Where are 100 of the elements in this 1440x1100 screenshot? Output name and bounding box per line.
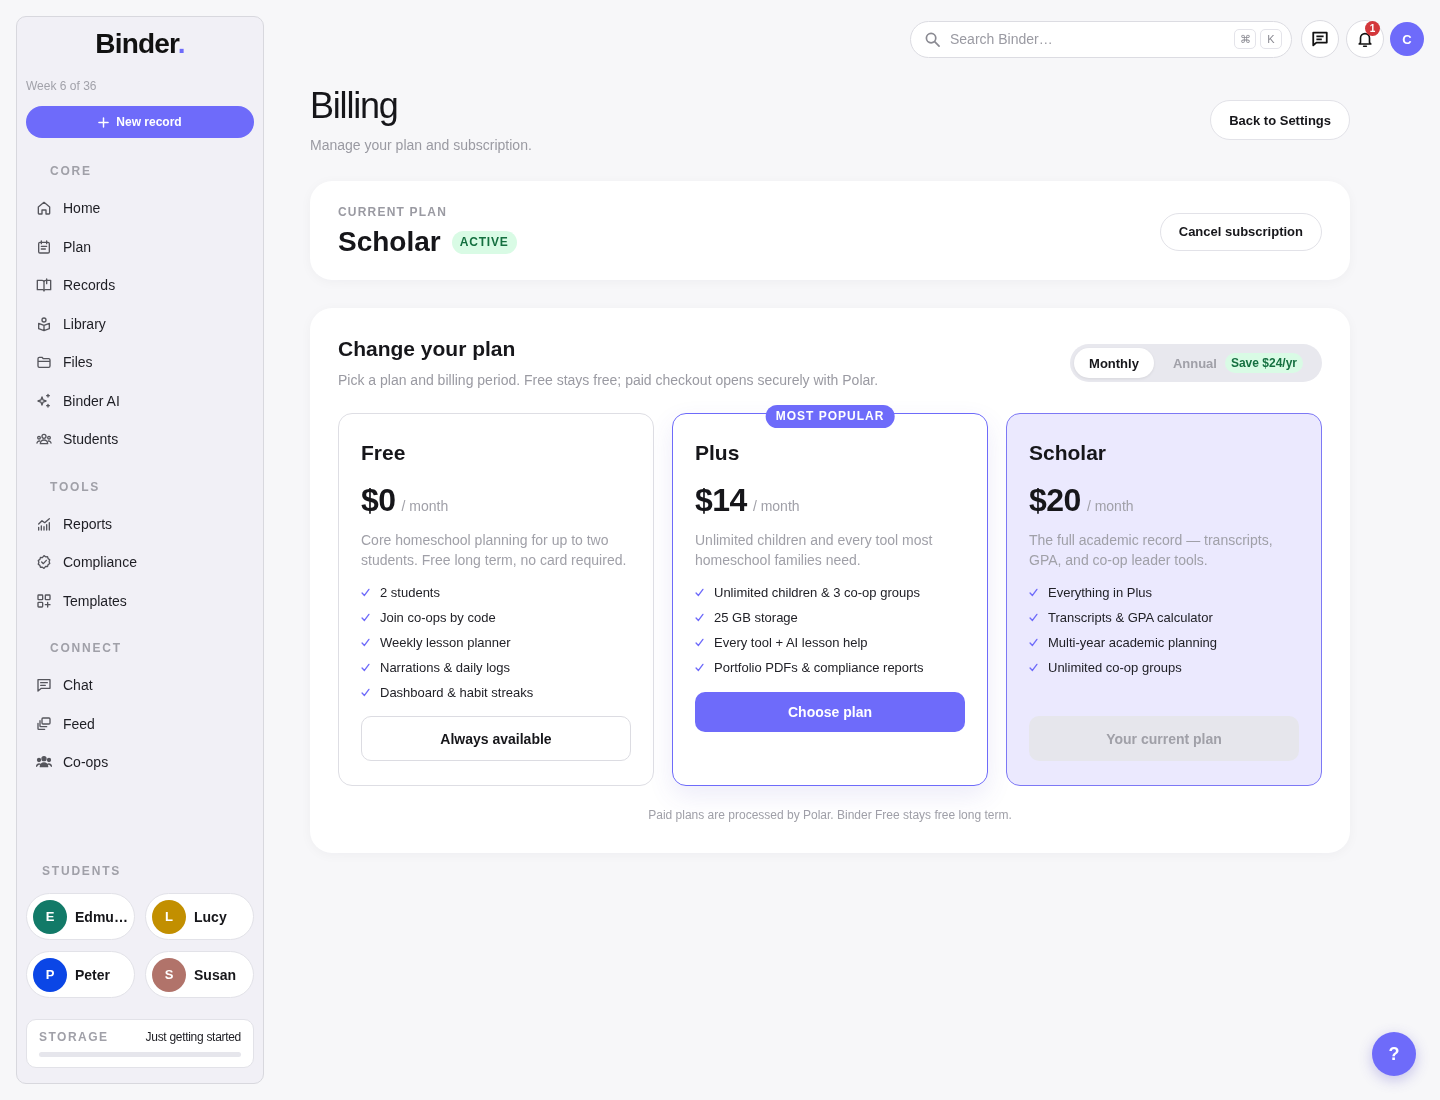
billing-period-tab[interactable]: Annual Save $24/yr (1157, 348, 1318, 378)
feature-text: 2 students (380, 585, 440, 600)
storage-label: STORAGE (39, 1030, 109, 1044)
student-chip[interactable]: P Peter (26, 951, 135, 998)
nav-item[interactable]: Chat (26, 666, 254, 705)
notification-badge: 1 (1365, 21, 1380, 36)
feature-text: Multi-year academic planning (1048, 635, 1218, 650)
billing-period-tab[interactable]: Monthly (1074, 348, 1154, 378)
status-badge: ACTIVE (451, 230, 517, 254)
check-icon (361, 613, 370, 622)
search-input[interactable]: Search Binder… (950, 29, 1230, 49)
check-icon (1029, 588, 1038, 597)
check-icon (1029, 613, 1038, 622)
plan-description: Unlimited children and every tool most homeschool families need. (695, 531, 934, 570)
section-label: CONNECT (50, 640, 122, 656)
sparkle-icon (36, 392, 52, 409)
section-title: Change your plan (338, 336, 516, 362)
notifications-button[interactable]: 1 (1346, 20, 1384, 58)
nav-item[interactable]: Records (26, 266, 254, 305)
feature-text: Dashboard & habit streaks (380, 685, 534, 700)
user-avatar[interactable]: C (1390, 22, 1424, 56)
check-icon (1029, 638, 1038, 647)
plan-name: Scholar (1029, 440, 1107, 466)
nav-item[interactable]: Plan (26, 227, 254, 266)
plan-price: $0 (361, 481, 396, 519)
price-period: / month (1086, 498, 1134, 514)
calendar-icon (36, 238, 52, 255)
check-icon (695, 663, 704, 672)
feature-text: Transcripts & GPA calculator (1048, 610, 1213, 625)
message-icon (1311, 30, 1329, 48)
search-icon (925, 31, 940, 47)
stacked-cards-icon (36, 715, 52, 732)
badge-check-icon (36, 554, 52, 571)
nav-item[interactable]: Compliance (26, 543, 254, 582)
logo: Binder. (95, 28, 185, 60)
reader-icon (36, 315, 52, 332)
check-icon (361, 663, 370, 672)
check-icon (361, 588, 370, 597)
week-label: Week 6 of 36 (26, 78, 97, 94)
check-icon (361, 688, 370, 697)
check-icon (1029, 663, 1038, 672)
student-avatar: P (33, 957, 67, 992)
price-period: / month (401, 498, 449, 514)
footnote: Paid plans are processed by Polar. Binder Free stays free long term. (647, 807, 1013, 823)
nav-item[interactable]: Home (26, 189, 254, 228)
cancel-subscription-button[interactable]: Cancel subscription (1159, 212, 1322, 251)
help-button[interactable]: ? (1372, 1032, 1416, 1076)
shortcut-key: ⌘ (1234, 29, 1256, 49)
current-plan-label: CURRENT PLAN (338, 205, 448, 220)
current-plan-name: Scholar (338, 226, 441, 258)
page-subtitle: Manage your plan and subscription. (310, 136, 532, 155)
feature-text: Portfolio PDFs & compliance reports (714, 660, 924, 675)
search-field[interactable]: Search Binder… ⌘ K (910, 20, 1292, 58)
feature-text: 25 GB storage (714, 610, 798, 625)
section-label: TOOLS (50, 478, 101, 495)
home-icon (36, 200, 52, 217)
section-label: STUDENTS (42, 863, 122, 879)
plan-name: Plus (695, 440, 740, 466)
back-button[interactable]: Back to Settings (1210, 100, 1350, 140)
plan-description: The full academic record — transcripts, GPA, and co-op leader tools. (1029, 531, 1274, 570)
section-subtitle: Pick a plan and billing period. Free stays free; paid checkout opens securely with Polar. (338, 371, 879, 390)
feature-text: Unlimited children & 3 co-op groups (714, 585, 920, 600)
price-period: / month (752, 498, 800, 514)
feature-text: Every tool + AI lesson help (714, 635, 868, 650)
feature-text: Join co-ops by code (380, 610, 496, 625)
chart-icon (36, 515, 52, 532)
feature-text: Weekly lesson planner (380, 635, 511, 650)
nav-item[interactable]: Students (26, 420, 254, 459)
student-avatar: L (152, 899, 186, 934)
choose-plan-button[interactable]: Choose plan (695, 692, 965, 732)
student-avatar: E (33, 899, 67, 934)
check-icon (695, 613, 704, 622)
check-icon (695, 638, 704, 647)
storage-status: Just getting started (145, 1030, 241, 1044)
student-chip[interactable]: L Lucy (145, 893, 254, 940)
nav-item[interactable]: Co-ops (26, 743, 254, 782)
open-book-icon (36, 277, 52, 294)
new-record-button[interactable]: New record (26, 106, 254, 138)
plan-price: $14 (695, 481, 747, 519)
check-icon (361, 638, 370, 647)
grid-plus-icon (36, 592, 52, 609)
feature-text: Unlimited co-op groups (1048, 660, 1182, 675)
feature-text: Narrations & daily logs (380, 660, 511, 675)
nav-item[interactable]: Templates (26, 581, 254, 620)
nav-item[interactable]: Reports (26, 504, 254, 543)
messages-button[interactable] (1301, 20, 1339, 58)
message-icon (36, 677, 52, 694)
plan-button[interactable]: Always available (361, 716, 631, 761)
plan-price: $20 (1029, 481, 1081, 519)
nav-item[interactable]: Feed (26, 704, 254, 743)
nav-item[interactable]: Binder AI (26, 381, 254, 420)
shortcut-key: K (1260, 29, 1282, 49)
popular-badge: MOST POPULAR (765, 405, 895, 428)
student-chip[interactable]: E Edmu… (26, 893, 135, 940)
bell-icon (1356, 30, 1374, 48)
student-avatar: S (152, 957, 186, 992)
student-chip[interactable]: S Susan (145, 951, 254, 998)
plan-name: Free (361, 440, 406, 466)
nav-item[interactable]: Library (26, 304, 254, 343)
nav-item[interactable]: Files (26, 343, 254, 382)
